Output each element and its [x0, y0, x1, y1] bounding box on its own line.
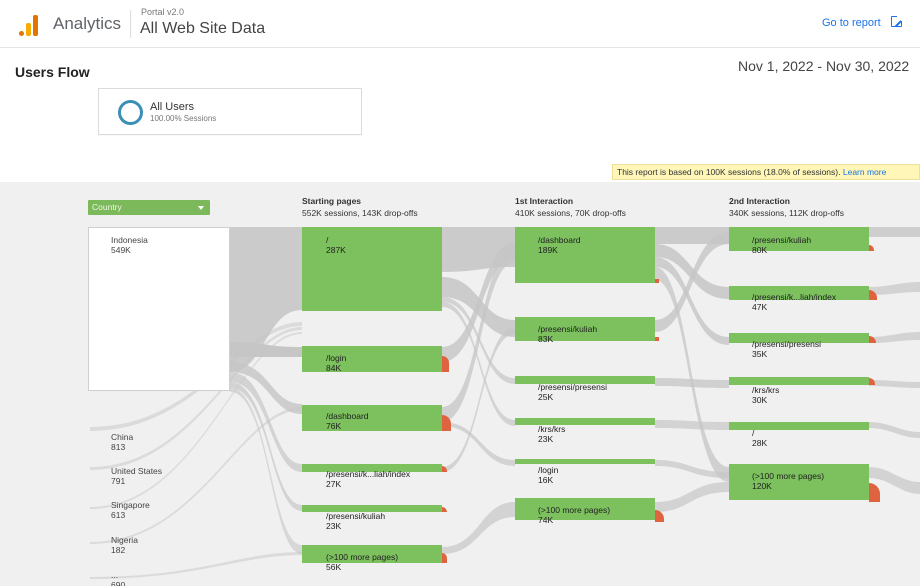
column-header-starting-pages: Starting pages 552K sessions, 143K drop-…: [302, 196, 418, 218]
view-selector[interactable]: All Web Site Data: [140, 20, 265, 38]
node-label: /login 84K: [326, 353, 347, 373]
node-label: /presensi/kuliah 83K: [538, 324, 598, 344]
starting-page-node[interactable]: [302, 346, 442, 372]
node-label: /presensi/presensi 25K: [538, 382, 607, 402]
column-summary: 410K sessions, 70K drop-offs: [515, 208, 626, 218]
first-interaction-node[interactable]: [515, 418, 655, 425]
chevron-down-icon: [198, 206, 204, 210]
country-node-united-states[interactable]: United States 791: [111, 466, 162, 486]
country-name: Singapore: [111, 500, 150, 510]
date-range-picker[interactable]: Nov 1, 2022 - Nov 30, 2022: [738, 58, 909, 74]
second-interaction-node[interactable]: [729, 422, 869, 430]
learn-more-link[interactable]: Learn more: [843, 167, 886, 177]
node-label: (>100 more pages) 120K: [752, 471, 825, 491]
account-name[interactable]: Portal v2.0: [141, 7, 184, 17]
node-label: /login 16K: [538, 465, 559, 485]
country-name: China: [111, 432, 134, 442]
column-title: Starting pages: [302, 196, 362, 206]
segment-name: All Users: [150, 101, 195, 113]
country-name: United States: [111, 466, 163, 476]
country-node-singapore[interactable]: Singapore 613: [111, 500, 150, 520]
country-name: ...: [111, 570, 119, 580]
node-label: /krs/krs 30K: [752, 385, 780, 405]
country-node-label: Indonesia 549K: [111, 235, 148, 255]
dimension-dropdown[interactable]: Country: [88, 200, 210, 215]
country-value: 613: [111, 510, 126, 520]
country-node-indonesia[interactable]: [88, 227, 230, 391]
node-label: /287K: [326, 235, 346, 255]
external-link-icon[interactable]: [891, 15, 903, 27]
node-label: /dashboard 189K: [538, 235, 581, 255]
segment-sessions-pct: 100.00% Sessions: [150, 114, 217, 123]
first-interaction-node[interactable]: [515, 227, 655, 283]
starting-page-node[interactable]: [302, 227, 442, 311]
node-label: /krs/krs 23K: [538, 424, 566, 444]
column-title: 1st Interaction: [515, 196, 574, 206]
node-label: (>100 more pages) 56K: [326, 552, 399, 572]
country-node-other[interactable]: ... 690: [111, 570, 125, 586]
country-name: Nigeria: [111, 535, 138, 545]
segment-ring-icon: [118, 100, 143, 125]
app-header: Analytics Portal v2.0 All Web Site Data …: [0, 0, 920, 48]
country-node-nigeria[interactable]: Nigeria 182: [111, 535, 138, 555]
header-divider: [130, 10, 131, 38]
column-header-2nd-interaction: 2nd Interaction 340K sessions, 112K drop…: [729, 196, 844, 218]
dropoff-marker[interactable]: [655, 279, 659, 283]
dropoff-marker[interactable]: [442, 356, 449, 372]
country-node-china[interactable]: China 813: [111, 432, 133, 452]
country-value: 182: [111, 545, 126, 555]
analytics-logo-icon[interactable]: [19, 14, 41, 36]
node-label: (>100 more pages) 74K: [538, 505, 611, 525]
first-interaction-node[interactable]: [515, 459, 655, 464]
node-label: /28K: [752, 428, 768, 448]
column-summary: 552K sessions, 143K drop-offs: [302, 208, 418, 218]
column-title: 2nd Interaction: [729, 196, 790, 206]
app-name: Analytics: [53, 14, 122, 33]
node-label: /presensi/k...liah/index 27K: [326, 469, 411, 489]
dimension-dropdown-value: Country: [92, 202, 122, 212]
node-label: /presensi/kuliah 23K: [326, 511, 386, 531]
sampling-notice: This report is based on 100K sessions (1…: [612, 164, 920, 180]
starting-page-node[interactable]: [302, 405, 442, 431]
node-label: /presensi/kuliah 80K: [752, 235, 812, 255]
page-title: Users Flow: [15, 64, 90, 80]
column-header-1st-interaction: 1st Interaction 410K sessions, 70K drop-…: [515, 196, 626, 218]
country-value: 549K: [111, 245, 131, 255]
node-label: /presensi/k...liah/index 47K: [752, 292, 837, 312]
dropoff-marker[interactable]: [442, 553, 447, 563]
country-value: 813: [111, 442, 126, 452]
node-label: /dashboard 76K: [326, 411, 369, 431]
country-name: Indonesia: [111, 235, 148, 245]
dropoff-marker[interactable]: [655, 337, 659, 341]
sampling-notice-text: This report is based on 100K sessions (1…: [617, 167, 841, 177]
segment-card[interactable]: All Users 100.00% Sessions: [98, 88, 362, 135]
country-value: 791: [111, 476, 126, 486]
node-label: /presensi/presensi 35K: [752, 339, 821, 359]
country-value: 690: [111, 580, 126, 586]
column-summary: 340K sessions, 112K drop-offs: [729, 208, 844, 218]
second-interaction-node[interactable]: [729, 377, 869, 385]
go-to-report-link[interactable]: Go to report: [822, 17, 881, 29]
